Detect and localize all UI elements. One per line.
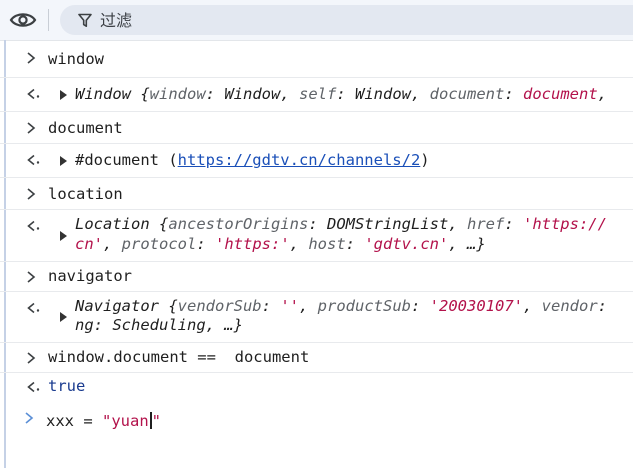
input-prompt-icon xyxy=(26,51,36,65)
console-toolbar xyxy=(0,0,633,41)
input-prompt-icon xyxy=(26,351,36,365)
output-prompt-icon xyxy=(26,220,40,232)
document-preview[interactable]: #document (https://gdtv.cn/channels/2) xyxy=(75,151,430,169)
filter-input[interactable] xyxy=(100,10,500,30)
console-output-row: Navigator {vendorSub: '', productSub: '2… xyxy=(0,292,633,343)
expand-triangle-icon[interactable] xyxy=(60,312,67,322)
document-url-link[interactable]: https://gdtv.cn/channels/2 xyxy=(178,151,421,169)
expand-triangle-icon[interactable] xyxy=(60,90,67,100)
input-prompt-icon xyxy=(26,187,36,201)
console-prompt-input[interactable]: xxx = "yuan " xyxy=(46,412,161,430)
object-preview-line-1[interactable]: Navigator {vendorSub: '', productSub: '2… xyxy=(75,297,607,315)
input-text: window.document == document xyxy=(48,348,310,366)
prompt-chevron-icon xyxy=(24,411,34,425)
object-preview-line-1[interactable]: Location {ancestorOrigins: DOMStringList… xyxy=(75,215,607,233)
input-text: document xyxy=(48,119,123,137)
boolean-result: true xyxy=(48,377,86,395)
input-text: location xyxy=(48,185,123,203)
expand-triangle-icon[interactable] xyxy=(60,156,67,166)
filter-box[interactable] xyxy=(60,5,633,35)
console-output-row: Window {window: Window, self: Window, do… xyxy=(0,78,633,112)
expand-triangle-icon[interactable] xyxy=(60,231,67,241)
object-preview-line-2[interactable]: cn', protocol: 'https:', host: 'gdtv.cn'… xyxy=(75,235,486,253)
console-prompt-row[interactable]: xxx = "yuan " xyxy=(0,403,633,468)
funnel-icon xyxy=(78,13,92,28)
input-text: window xyxy=(48,50,104,68)
console-input-row: window xyxy=(0,41,633,78)
output-prompt-icon xyxy=(26,154,40,166)
console-output-row: #document (https://gdtv.cn/channels/2) xyxy=(0,144,633,178)
output-prompt-icon xyxy=(26,88,40,100)
console-input-row: location xyxy=(0,178,633,210)
console-input-row: window.document == document xyxy=(0,343,633,373)
input-text: navigator xyxy=(48,267,132,285)
output-prompt-icon xyxy=(26,381,40,393)
input-prompt-icon xyxy=(26,270,36,284)
console-output-row: true xyxy=(0,373,633,403)
console-input-row: document xyxy=(0,112,633,144)
live-expression-button[interactable] xyxy=(8,8,38,32)
output-prompt-icon xyxy=(26,302,40,314)
eye-icon xyxy=(9,13,37,27)
object-preview-line-2[interactable]: ng: Scheduling, …} xyxy=(75,316,243,334)
input-prompt-icon xyxy=(26,121,36,135)
console-input-row: navigator xyxy=(0,262,633,292)
object-preview[interactable]: Window {window: Window, self: Window, do… xyxy=(75,85,607,103)
console-output-row: Location {ancestorOrigins: DOMStringList… xyxy=(0,210,633,262)
toolbar-divider xyxy=(48,9,49,31)
